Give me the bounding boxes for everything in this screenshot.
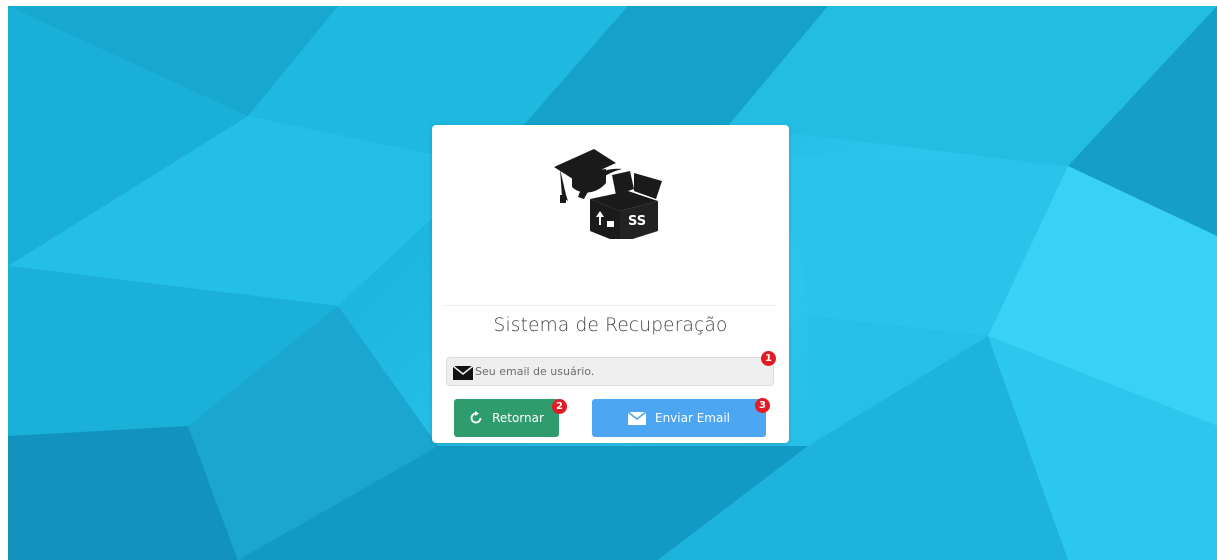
return-button[interactable]: Retornar	[454, 399, 559, 437]
refresh-icon	[470, 411, 482, 424]
page-title: Sistema de Recuperação	[493, 315, 728, 336]
graduation-cap-box-logo: SS	[554, 149, 662, 239]
email-field[interactable]	[446, 357, 774, 386]
return-button-label: Retornar	[492, 411, 544, 425]
svg-text:SS: SS	[628, 214, 646, 229]
step-badge-2: 2	[552, 399, 567, 414]
email-input[interactable]	[473, 358, 773, 385]
recovery-card: SS Sistema de Recuperação 1 Retornar 2	[432, 125, 789, 443]
step-badge-1: 1	[761, 351, 776, 366]
background: SS Sistema de Recuperação 1 Retornar 2	[8, 6, 1217, 560]
send-email-button[interactable]: Enviar Email	[592, 399, 766, 437]
envelope-icon	[453, 366, 473, 380]
step-badge-3: 3	[755, 398, 770, 413]
send-email-button-label: Enviar Email	[654, 411, 731, 425]
envelope-icon	[627, 411, 646, 425]
divider	[444, 305, 777, 306]
